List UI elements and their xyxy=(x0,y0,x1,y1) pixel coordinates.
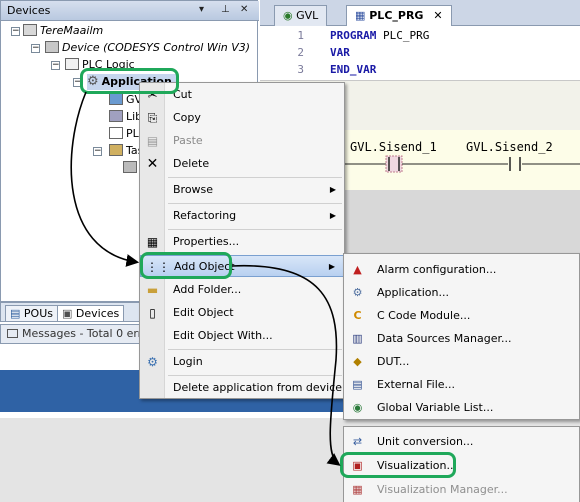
ladder-network[interactable]: GVL.Sisend_1 GVL.Sisend_2 xyxy=(340,130,580,190)
menu-item-edit-object-with[interactable]: Edit Object With... xyxy=(140,325,344,347)
highlight-ring-visualization xyxy=(340,452,456,478)
external-file-icon: ▤ xyxy=(352,378,363,391)
menu-separator xyxy=(168,349,342,350)
submenu-item-external-file[interactable]: ▤ External File... xyxy=(344,373,579,396)
task-icon xyxy=(109,144,123,156)
tree-item-project[interactable]: TereMaailm xyxy=(23,23,103,39)
submenu-item-global-variable-list[interactable]: ◉ Global Variable List... xyxy=(344,396,579,419)
devices-title: Devices xyxy=(7,4,51,17)
menu-item-copy[interactable]: ⎘ Copy xyxy=(140,107,344,129)
submenu-arrow-icon: ▶ xyxy=(329,185,336,194)
c-code-icon: C xyxy=(353,309,362,322)
submenu-item-visualization-manager[interactable]: ▦ Visualization Manager... xyxy=(344,478,579,501)
menu-separator xyxy=(168,203,342,204)
copy-icon: ⎘ xyxy=(147,111,158,125)
menu-item-properties[interactable]: ▦ Properties... xyxy=(140,231,344,253)
plc-logic-icon xyxy=(65,58,79,70)
menu-separator xyxy=(168,375,342,376)
code-line: END_VAR xyxy=(330,63,377,76)
devices-tab-icon: ▣ xyxy=(62,307,73,320)
tree-item-task[interactable] xyxy=(123,160,140,176)
contact-label-2: GVL.Sisend_2 xyxy=(466,140,553,154)
close-icon[interactable]: ✕ xyxy=(240,4,248,15)
task-sub-icon xyxy=(123,161,137,173)
dock-icon[interactable]: ⊥ xyxy=(221,4,230,15)
pou-tab-icon: ▤ xyxy=(10,307,21,320)
project-icon xyxy=(23,24,37,36)
collapse-toggle[interactable]: − xyxy=(51,61,60,70)
line-number: 3 xyxy=(297,63,304,76)
submenu-item-data-sources-manager[interactable]: ▥ Data Sources Manager... xyxy=(344,327,579,350)
alarm-icon: ▲ xyxy=(353,263,362,276)
ladder-rung xyxy=(340,155,580,173)
pou-icon xyxy=(109,127,123,139)
pou-icon: ▦ xyxy=(355,9,366,22)
application-gear-icon: ⚙ xyxy=(352,286,363,299)
submenu-item-unit-conversion[interactable]: ⇄ Unit conversion... xyxy=(344,430,579,453)
data-sources-icon: ▥ xyxy=(352,332,363,345)
menu-separator xyxy=(168,229,342,230)
globe-icon: ◉ xyxy=(352,401,363,414)
tab-plc-prg[interactable]: ▦ PLC_PRG ✕ xyxy=(346,5,452,26)
submenu-arrow-icon: ▶ xyxy=(329,211,336,220)
submenu-arrow-icon: ▶ xyxy=(328,262,335,271)
unit-conversion-icon: ⇄ xyxy=(352,435,363,448)
menu-separator xyxy=(168,177,342,178)
code-line: VAR xyxy=(330,46,350,59)
menu-item-refactoring[interactable]: Refactoring ▶ xyxy=(140,205,344,227)
menu-item-login[interactable]: ⚙ Login xyxy=(140,351,344,373)
close-icon[interactable]: ✕ xyxy=(433,9,442,22)
folder-icon: ▬ xyxy=(146,283,159,297)
code-editor[interactable]: 1 PROGRAM PLC_PRG 2 VAR 3 END_VAR xyxy=(260,27,580,79)
login-icon: ⚙ xyxy=(147,355,158,369)
submenu-item-c-code-module[interactable]: C C Code Module... xyxy=(344,304,579,327)
menu-item-edit-object[interactable]: ▯ Edit Object xyxy=(140,302,344,324)
visualization-manager-icon: ▦ xyxy=(352,483,363,496)
tab-pous[interactable]: ▤ POUs xyxy=(5,305,58,322)
gvl-icon xyxy=(109,93,123,105)
line-number: 2 xyxy=(297,46,304,59)
collapse-toggle[interactable]: − xyxy=(11,27,20,36)
messages-icon xyxy=(7,329,18,338)
properties-icon: ▦ xyxy=(146,235,159,249)
device-icon xyxy=(45,41,59,53)
paste-icon: ▤ xyxy=(146,134,159,148)
menu-item-add-folder[interactable]: ▬ Add Folder... xyxy=(140,279,344,301)
tab-devices[interactable]: ▣ Devices xyxy=(57,305,125,322)
contact-label-1: GVL.Sisend_1 xyxy=(350,140,437,154)
globe-icon: ◉ xyxy=(283,9,293,22)
devices-title-bar: Devices ▾ ⊥ ✕ xyxy=(1,1,259,21)
highlight-ring-application xyxy=(80,68,179,94)
library-icon xyxy=(109,110,123,122)
edit-object-icon: ▯ xyxy=(149,306,156,320)
dut-icon: ◆ xyxy=(353,355,362,368)
code-line: PROGRAM PLC_PRG xyxy=(330,29,430,42)
menu-item-delete[interactable]: ✕ Delete xyxy=(140,153,344,175)
pin-menu-icon[interactable]: ▾ xyxy=(199,4,204,15)
submenu-item-application[interactable]: ⚙ Application... xyxy=(344,281,579,304)
menu-item-delete-application[interactable]: Delete application from device xyxy=(140,377,344,399)
collapse-toggle[interactable]: − xyxy=(31,44,40,53)
context-menu: ✂ Cut ⎘ Copy ▤ Paste ✕ Delete Browse ▶ R… xyxy=(139,82,345,399)
submenu-item-dut[interactable]: ◆ DUT... xyxy=(344,350,579,373)
highlight-ring-add-object xyxy=(140,252,232,279)
collapse-toggle[interactable]: − xyxy=(93,147,102,156)
tab-gvl[interactable]: ◉ GVL xyxy=(274,5,328,26)
line-number: 1 xyxy=(297,29,304,42)
menu-item-browse[interactable]: Browse ▶ xyxy=(140,179,344,201)
submenu-item-alarm-configuration[interactable]: ▲ Alarm configuration... xyxy=(344,258,579,281)
delete-x-icon: ✕ xyxy=(146,156,159,172)
menu-item-paste[interactable]: ▤ Paste xyxy=(140,130,344,152)
editor-tab-strip: ◉ GVL ▦ PLC_PRG ✕ xyxy=(260,0,580,26)
add-object-submenu: ▲ Alarm configuration... ⚙ Application..… xyxy=(343,253,580,420)
tree-item-device[interactable]: Device (CODESYS Control Win V3) xyxy=(45,40,250,56)
